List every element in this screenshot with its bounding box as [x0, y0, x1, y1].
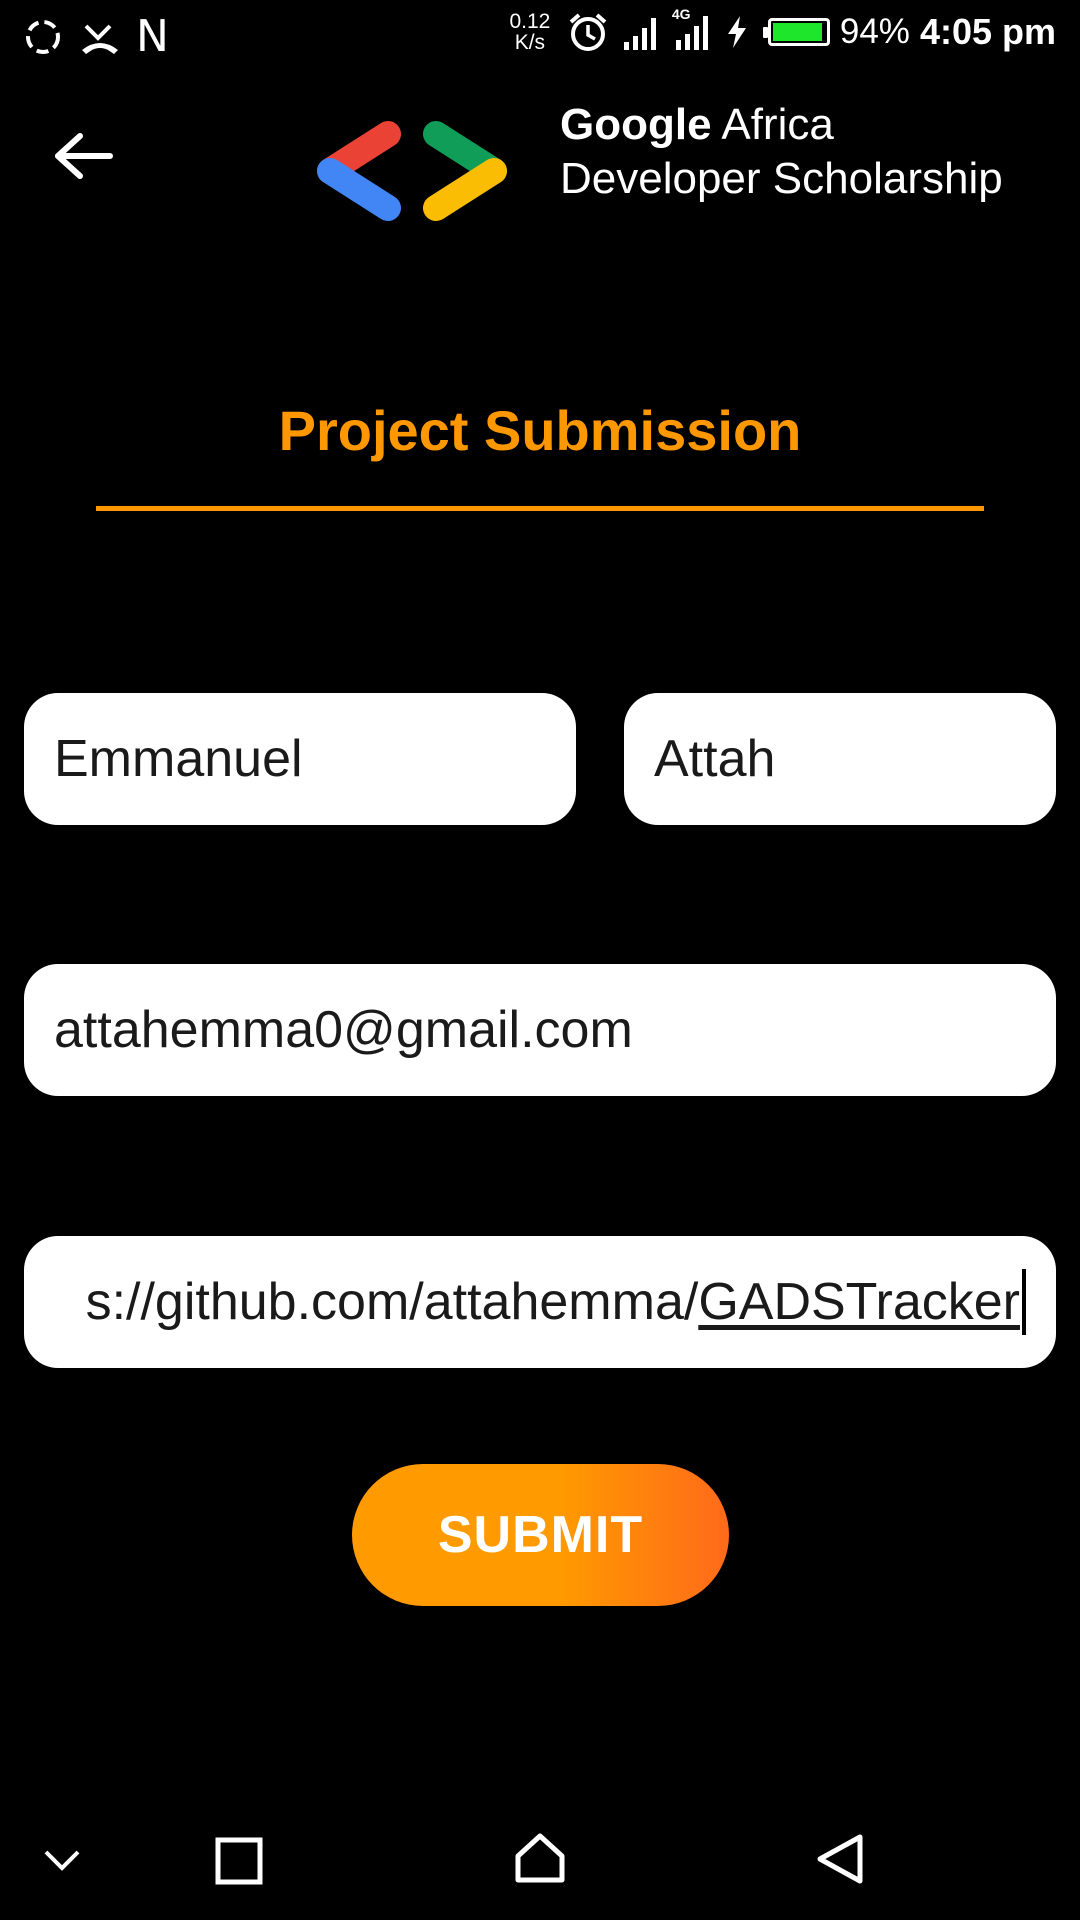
first-name-input[interactable] — [24, 693, 576, 825]
signal-strength-icon — [623, 18, 656, 50]
project-link-input[interactable]: s://github.com/attahemma/GADSTracker — [24, 1236, 1056, 1368]
email-field-container — [24, 964, 1056, 1096]
submit-button[interactable]: SUBMIT — [352, 1464, 729, 1606]
network-speed: 0.12 K/s — [509, 10, 551, 54]
page-title: Project Submission — [278, 399, 802, 462]
recents-square-icon — [215, 1837, 263, 1885]
nav-back-button[interactable] — [814, 1832, 866, 1886]
email-input[interactable] — [24, 964, 1056, 1096]
brand-google: Google — [560, 100, 712, 149]
project-link-prefix: s://github.com/attahemma/ — [85, 1273, 699, 1331]
back-triangle-icon — [817, 1834, 863, 1884]
lte-signal-icon: 4G — [670, 6, 714, 54]
home-button[interactable] — [512, 1830, 568, 1886]
back-button[interactable] — [52, 128, 116, 184]
carrier-indicator: N — [136, 11, 169, 62]
home-icon — [515, 1833, 565, 1883]
sync-icon — [26, 20, 60, 54]
last-name-field-container — [624, 693, 1056, 825]
status-bar: N 0.12 K/s 4G 94% 4:05 pm — [0, 0, 1080, 76]
clock: 4:05 pm — [919, 11, 1056, 52]
last-name-input[interactable] — [624, 693, 1056, 825]
project-link-suffix: GADSTracker — [698, 1273, 1020, 1331]
arrow-left-icon — [55, 133, 113, 179]
alarm-icon — [569, 13, 607, 51]
title-divider — [96, 506, 984, 511]
brand-scholarship: Developer Scholarship — [560, 154, 1003, 203]
program-brand: Google Africa Developer Scholarship — [560, 98, 1003, 206]
hide-nav-button[interactable] — [38, 1840, 86, 1880]
google-developers-logo — [317, 121, 507, 221]
missed-call-icon — [82, 24, 118, 54]
first-name-field-container — [24, 693, 576, 825]
brand-africa: Africa — [711, 100, 834, 149]
battery-percent: 94% — [839, 12, 910, 51]
charging-bolt-icon — [727, 16, 746, 48]
text-cursor — [1022, 1269, 1026, 1335]
chevron-down-icon — [44, 1850, 80, 1871]
recents-button[interactable] — [214, 1836, 264, 1886]
battery-icon — [762, 18, 830, 46]
